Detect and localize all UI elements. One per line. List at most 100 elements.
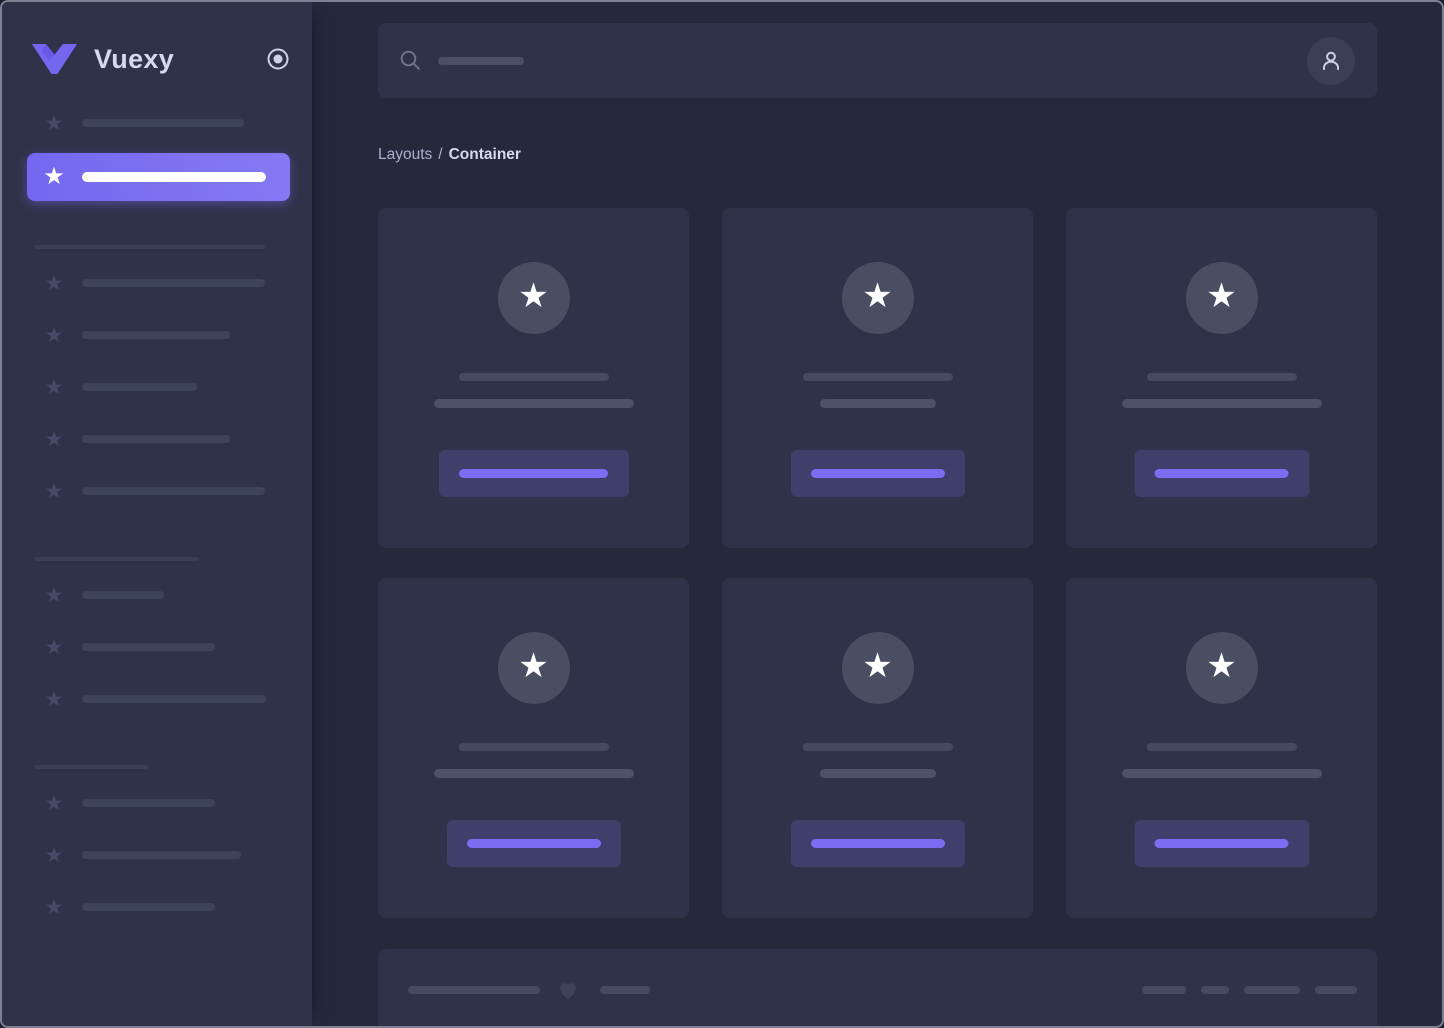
sidebar-item[interactable]: ★ xyxy=(27,261,290,305)
content-card: ★ xyxy=(378,578,689,918)
breadcrumb-separator: / xyxy=(438,146,443,163)
sidebar-item[interactable]: ★ xyxy=(27,365,290,409)
sidebar-item[interactable]: ★ xyxy=(27,469,290,513)
vuexy-v-logo-icon xyxy=(32,44,77,74)
menu-label-skeleton xyxy=(82,119,244,127)
card-avatar-circle: ★ xyxy=(497,632,570,704)
card-button-label-skeleton xyxy=(466,839,601,848)
footer-right-skeleton xyxy=(1244,985,1300,994)
menu-label-skeleton xyxy=(82,851,241,859)
sidebar-item[interactable]: ★ xyxy=(27,417,290,461)
card-button-label-skeleton xyxy=(810,839,945,848)
star-icon: ★ xyxy=(44,895,64,919)
topbar xyxy=(378,23,1377,98)
content-card: ★ xyxy=(378,208,689,548)
menu-label-skeleton xyxy=(82,172,266,182)
card-button[interactable] xyxy=(790,450,965,497)
star-icon: ★ xyxy=(44,479,64,503)
card-avatar-circle: ★ xyxy=(497,262,570,334)
sidebar-item-active[interactable]: ★ xyxy=(27,153,290,201)
card-avatar-circle: ★ xyxy=(841,262,914,334)
card-text-skeleton xyxy=(1121,769,1322,778)
sidebar-item[interactable]: ★ xyxy=(27,573,290,617)
footer-left-skeleton xyxy=(408,985,540,994)
content-card: ★ xyxy=(1066,578,1377,918)
star-icon: ★ xyxy=(44,111,64,135)
card-avatar-circle: ★ xyxy=(841,632,914,704)
menu-label-skeleton xyxy=(82,695,266,703)
footer-right-skeleton xyxy=(1201,985,1229,994)
sidebar-section-divider xyxy=(35,765,148,769)
card-text-skeleton xyxy=(433,399,634,408)
card-avatar-circle: ★ xyxy=(1185,632,1258,704)
star-icon: ★ xyxy=(44,635,64,659)
breadcrumb: Layouts / Container xyxy=(378,146,521,164)
card-button-label-skeleton xyxy=(1154,469,1289,478)
card-text-skeleton xyxy=(819,399,936,408)
sidebar-menu: ★ ★ ★ ★ ★ ★ ★ ★ ★ ★ ★ ★ ★ xyxy=(2,101,312,929)
sidebar-item[interactable]: ★ xyxy=(27,625,290,669)
sidebar-item[interactable]: ★ xyxy=(27,101,290,145)
card-button-label-skeleton xyxy=(810,469,945,478)
star-icon: ★ xyxy=(862,277,893,315)
search-icon xyxy=(400,50,420,70)
star-icon: ★ xyxy=(43,163,65,190)
star-icon: ★ xyxy=(44,323,64,347)
menu-label-skeleton xyxy=(82,643,215,651)
star-icon: ★ xyxy=(862,647,893,685)
radio-toggle-icon[interactable] xyxy=(266,47,290,71)
card-button[interactable] xyxy=(1134,820,1309,867)
star-icon: ★ xyxy=(44,271,64,295)
content-card: ★ xyxy=(722,208,1033,548)
card-button[interactable] xyxy=(438,450,629,497)
menu-label-skeleton xyxy=(82,903,215,911)
menu-label-skeleton xyxy=(82,591,164,599)
card-title-skeleton xyxy=(802,373,953,381)
content-card: ★ xyxy=(722,578,1033,918)
star-icon: ★ xyxy=(44,375,64,399)
sidebar-item[interactable]: ★ xyxy=(27,313,290,357)
sidebar: Vuexy ★ ★ ★ ★ ★ ★ ★ ★ ★ ★ ★ ★ ★ xyxy=(2,2,312,1026)
card-title-skeleton xyxy=(1146,743,1297,751)
card-title-skeleton xyxy=(458,373,609,381)
sidebar-item[interactable]: ★ xyxy=(27,677,290,721)
sidebar-item[interactable]: ★ xyxy=(27,833,290,877)
card-button-label-skeleton xyxy=(1154,839,1289,848)
cards-grid: ★ ★ ★ ★ ★ ★ xyxy=(378,208,1377,918)
star-icon: ★ xyxy=(44,427,64,451)
search-input[interactable] xyxy=(400,50,1307,71)
star-icon: ★ xyxy=(518,647,549,685)
sidebar-header: Vuexy xyxy=(32,42,290,76)
search-placeholder-skeleton xyxy=(438,56,524,65)
menu-label-skeleton xyxy=(82,279,265,287)
star-icon: ★ xyxy=(44,791,64,815)
star-icon: ★ xyxy=(518,277,549,315)
footer-right-skeleton xyxy=(1315,985,1357,994)
footer-mid-skeleton xyxy=(600,985,650,994)
card-button[interactable] xyxy=(1134,450,1309,497)
user-icon xyxy=(1322,51,1340,70)
card-button-label-skeleton xyxy=(459,469,608,478)
star-icon: ★ xyxy=(44,687,64,711)
sidebar-item[interactable]: ★ xyxy=(27,781,290,825)
card-avatar-circle: ★ xyxy=(1185,262,1258,334)
footer-right-skeleton xyxy=(1142,985,1186,994)
card-title-skeleton xyxy=(802,743,953,751)
footer-card xyxy=(378,949,1377,1026)
heart-icon[interactable] xyxy=(556,978,580,1002)
app-window: Vuexy ★ ★ ★ ★ ★ ★ ★ ★ ★ ★ ★ ★ ★ Layouts … xyxy=(0,0,1444,1028)
card-button[interactable] xyxy=(790,820,965,867)
card-text-skeleton xyxy=(433,769,634,778)
card-title-skeleton xyxy=(458,743,609,751)
footer-right-group xyxy=(1142,985,1357,994)
star-icon: ★ xyxy=(1206,647,1237,685)
main-content: Layouts / Container ★ ★ ★ ★ ★ ★ xyxy=(312,2,1442,1026)
star-icon: ★ xyxy=(1206,277,1237,315)
user-avatar[interactable] xyxy=(1307,36,1355,85)
sidebar-item[interactable]: ★ xyxy=(27,885,290,929)
menu-label-skeleton xyxy=(82,487,265,495)
breadcrumb-path[interactable]: Layouts xyxy=(378,146,432,163)
sidebar-section-divider xyxy=(35,557,199,561)
menu-label-skeleton xyxy=(82,435,230,443)
card-button[interactable] xyxy=(446,820,621,867)
